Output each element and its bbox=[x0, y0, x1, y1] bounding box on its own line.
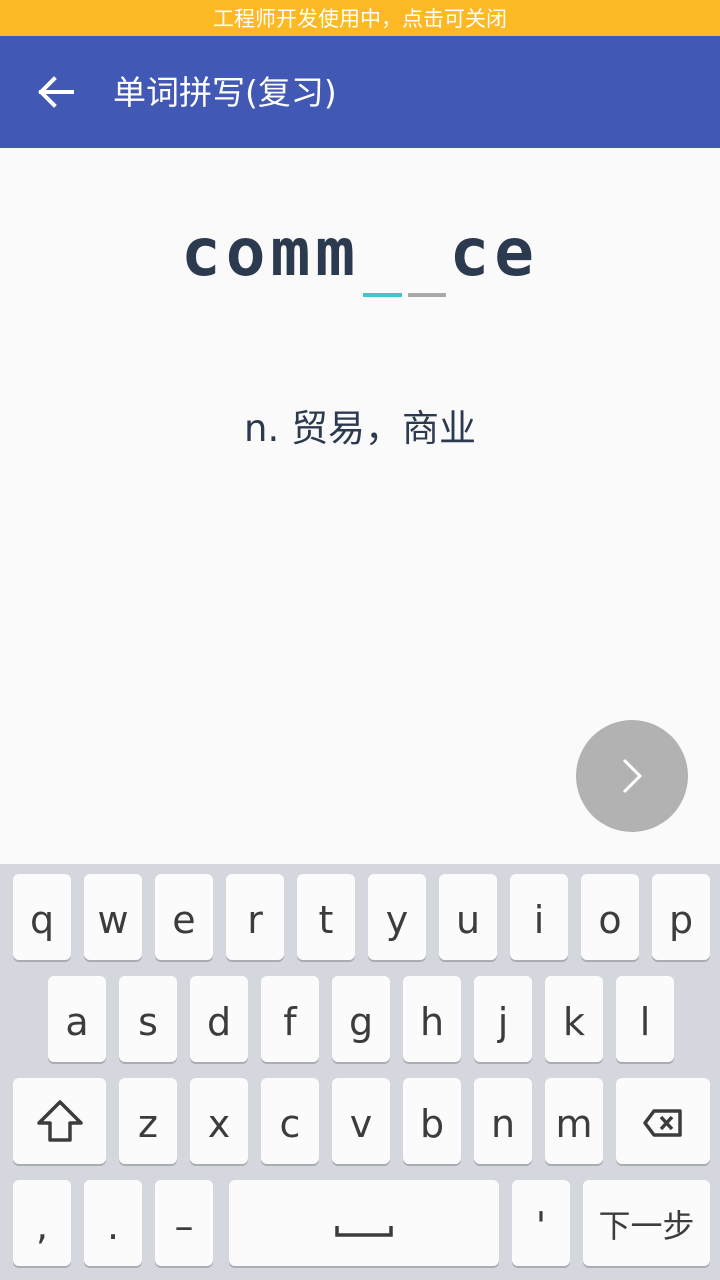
key-f[interactable]: f bbox=[261, 976, 319, 1062]
key-comma[interactable]: , bbox=[13, 1180, 71, 1266]
key-h[interactable]: h bbox=[403, 976, 461, 1062]
word-definition: n. 贸易，商业 bbox=[244, 407, 476, 450]
key-e[interactable]: e bbox=[155, 874, 213, 960]
space-bar-icon bbox=[335, 1226, 393, 1237]
key-m[interactable]: m bbox=[545, 1078, 603, 1164]
page-title: 单词拼写(复习) bbox=[113, 73, 337, 112]
key-x[interactable]: x bbox=[190, 1078, 248, 1164]
key-w[interactable]: w bbox=[84, 874, 142, 960]
key-c[interactable]: c bbox=[261, 1078, 319, 1164]
letter-blank[interactable]: r bbox=[405, 214, 450, 297]
key-apostrophe[interactable]: ' bbox=[512, 1180, 570, 1266]
app-bar: 单词拼写(复习) bbox=[0, 36, 720, 148]
key-dash[interactable]: – bbox=[155, 1180, 213, 1266]
key-q[interactable]: q bbox=[13, 874, 71, 960]
key-j[interactable]: j bbox=[474, 976, 532, 1062]
key-y[interactable]: y bbox=[368, 874, 426, 960]
key-v[interactable]: v bbox=[332, 1078, 390, 1164]
shift-icon bbox=[36, 1100, 83, 1142]
soft-keyboard: q w e r t y u i o p a s d f g h j k l z … bbox=[0, 864, 720, 1280]
chevron-right-icon bbox=[622, 758, 643, 794]
key-u[interactable]: u bbox=[439, 874, 497, 960]
key-period[interactable]: . bbox=[84, 1180, 142, 1266]
key-d[interactable]: d bbox=[190, 976, 248, 1062]
word-suffix: ce bbox=[449, 214, 539, 291]
arrow-back-icon[interactable] bbox=[36, 74, 76, 110]
key-r[interactable]: r bbox=[226, 874, 284, 960]
next-word-button[interactable] bbox=[576, 720, 688, 832]
space-key[interactable] bbox=[229, 1180, 499, 1266]
backspace-key[interactable] bbox=[616, 1078, 710, 1164]
shift-key[interactable] bbox=[13, 1078, 106, 1164]
next-step-key[interactable]: 下一步 bbox=[583, 1180, 710, 1266]
key-g[interactable]: g bbox=[332, 976, 390, 1062]
spelling-word: commerce bbox=[0, 214, 720, 304]
letter-blank-active[interactable]: e bbox=[360, 214, 405, 297]
key-b[interactable]: b bbox=[403, 1078, 461, 1164]
backspace-icon bbox=[643, 1109, 682, 1137]
key-k[interactable]: k bbox=[545, 976, 603, 1062]
key-i[interactable]: i bbox=[510, 874, 568, 960]
key-p[interactable]: p bbox=[652, 874, 710, 960]
key-n[interactable]: n bbox=[474, 1078, 532, 1164]
developer-mode-banner[interactable]: 工程师开发使用中，点击可关闭 bbox=[0, 0, 720, 36]
key-l[interactable]: l bbox=[616, 976, 674, 1062]
key-o[interactable]: o bbox=[581, 874, 639, 960]
key-s[interactable]: s bbox=[119, 976, 177, 1062]
key-t[interactable]: t bbox=[297, 874, 355, 960]
word-prefix: comm bbox=[181, 214, 360, 291]
key-z[interactable]: z bbox=[119, 1078, 177, 1164]
key-a[interactable]: a bbox=[48, 976, 106, 1062]
